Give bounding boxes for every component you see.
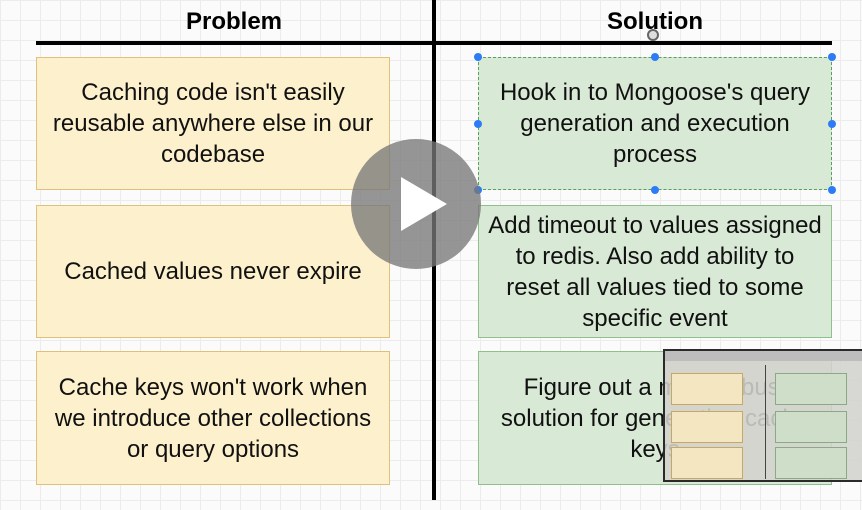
resize-handle-bottom-right[interactable]: [828, 186, 836, 194]
thumbnail-card: [775, 373, 847, 405]
thumbnail-card: [671, 373, 743, 405]
thumbnail-toolbar: [665, 351, 862, 361]
solution-card-2-text: Add timeout to values assigned to redis.…: [488, 211, 822, 332]
problem-column-header: Problem: [185, 8, 283, 35]
resize-handle-left[interactable]: [474, 120, 482, 128]
resize-handle-bottom[interactable]: [651, 186, 659, 194]
thumbnail-card: [671, 411, 743, 443]
resize-handle-right[interactable]: [828, 120, 836, 128]
thumbnail-card: [671, 447, 743, 479]
problem-card-1-text: Caching code isn't easily reusable anywh…: [52, 79, 374, 168]
problem-card-2[interactable]: Cached values never expire: [36, 205, 390, 338]
diagram-canvas: Problem Solution Caching code isn't easi…: [0, 0, 862, 510]
solution-card-1-text: Hook in to Mongoose's query generation a…: [499, 79, 811, 168]
rotate-cursor-icon: [647, 29, 659, 41]
resize-handle-top-left[interactable]: [474, 53, 482, 61]
problem-card-3-text: Cache keys won't work when we introduce …: [54, 373, 372, 463]
resize-handle-top[interactable]: [651, 53, 659, 61]
resize-handle-top-right[interactable]: [828, 53, 836, 61]
problem-card-3[interactable]: Cache keys won't work when we introduce …: [36, 351, 390, 485]
thumbnail-card: [775, 447, 847, 479]
solution-card-2[interactable]: Add timeout to values assigned to redis.…: [478, 205, 832, 338]
video-thumbnail-preview[interactable]: [663, 349, 862, 482]
problem-card-1[interactable]: Caching code isn't easily reusable anywh…: [36, 57, 390, 190]
play-icon: [401, 177, 447, 231]
play-button[interactable]: [351, 139, 481, 269]
thumbnail-divider: [765, 365, 766, 479]
solution-card-1-selected[interactable]: Hook in to Mongoose's query generation a…: [478, 57, 832, 190]
thumbnail-card: [775, 411, 847, 443]
problem-card-2-text: Cached values never expire: [64, 258, 362, 285]
